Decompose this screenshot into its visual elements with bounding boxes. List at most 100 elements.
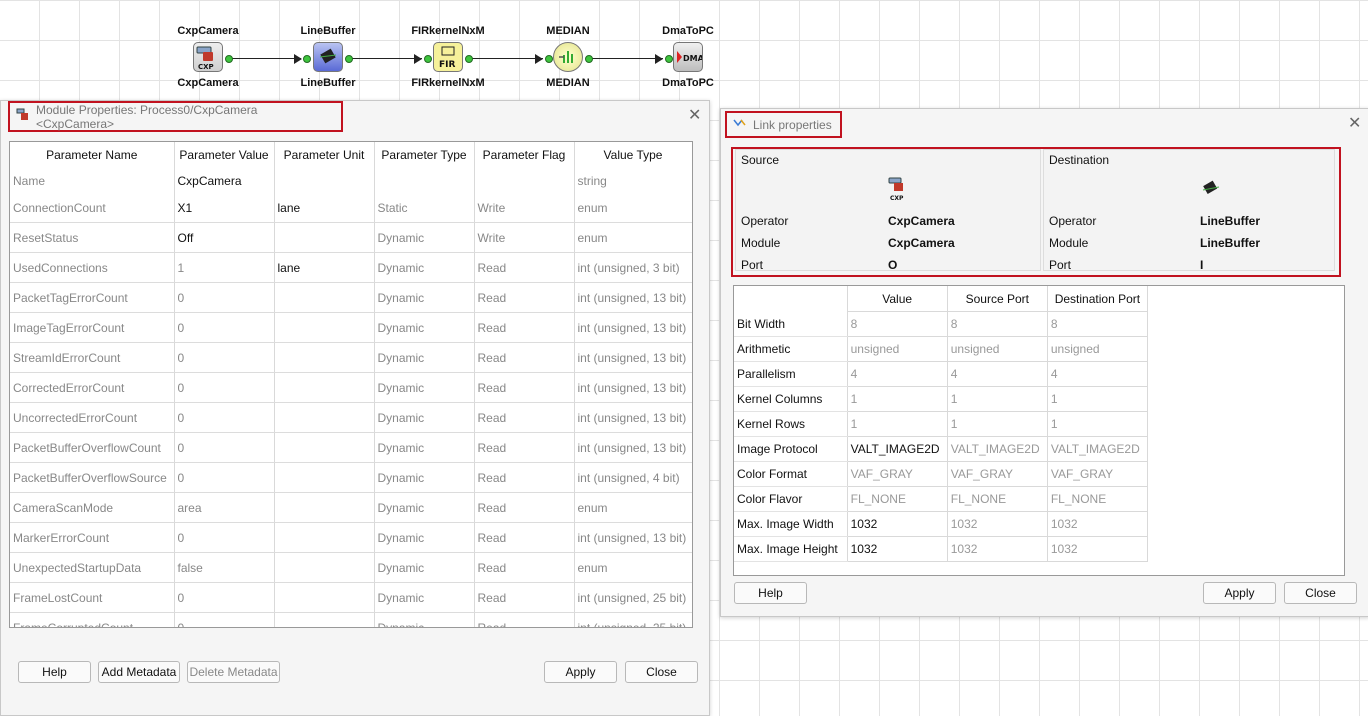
column-header[interactable]: Source Port: [947, 286, 1048, 312]
link-property-row[interactable]: Color Format VAF_GRAY VAF_GRAY VAF_GRAY: [734, 461, 1149, 487]
input-port[interactable]: [303, 55, 311, 63]
help-button[interactable]: Help: [18, 661, 91, 683]
apply-button[interactable]: Apply: [1203, 582, 1276, 604]
link-property-row[interactable]: Image Protocol VALT_IMAGE2D VALT_IMAGE2D VA…: [734, 436, 1149, 462]
column-header[interactable]: Destination Port: [1047, 286, 1149, 312]
linebuffer-chip-icon[interactable]: [313, 42, 343, 72]
operator-firkernelnxm[interactable]: FIRkernelNxM FIR FIRkernelNxM: [408, 24, 488, 90]
operator-median[interactable]: MEDIAN MEDIAN: [528, 24, 608, 90]
parameter-row[interactable]: UsedConnections 1 lane Dynamic Read int (unsi…: [10, 252, 692, 283]
parameter-unit-cell: [274, 168, 375, 193]
parameter-table[interactable]: Parameter Name Parameter Value Parameter…: [9, 141, 693, 628]
close-button[interactable]: Close: [625, 661, 698, 683]
parameter-value-cell[interactable]: 1: [174, 252, 275, 283]
parameter-row[interactable]: UncorrectedErrorCount 0 Dynamic Read int (un…: [10, 402, 692, 433]
parameter-row[interactable]: UnexpectedStartupData false Dynamic Read enu…: [10, 552, 692, 583]
link-property-row[interactable]: Kernel Columns 1 1 1: [734, 386, 1149, 412]
dma-icon[interactable]: DMA: [673, 42, 705, 72]
value-type-cell: enum: [574, 193, 692, 223]
output-port[interactable]: [345, 55, 353, 63]
parameter-row[interactable]: StreamIdErrorCount 0 Dynamic Read int (unsig…: [10, 342, 692, 373]
parameter-value-cell[interactable]: 0: [174, 312, 275, 343]
link-property-row[interactable]: Bit Width 8 8 8: [734, 311, 1149, 337]
parameter-row[interactable]: FrameLostCount 0 Dynamic Read int (unsigned,…: [10, 582, 692, 613]
column-header[interactable]: Parameter Unit: [274, 142, 375, 168]
input-port[interactable]: [424, 55, 432, 63]
svg-text:CXP: CXP: [198, 63, 214, 71]
parameter-name-cell: ResetStatus: [10, 222, 175, 253]
row-header: Parallelism: [734, 361, 848, 387]
parameter-value-cell[interactable]: false: [174, 552, 275, 583]
link-property-row[interactable]: Kernel Rows 1 1 1: [734, 411, 1149, 437]
parameter-value-cell[interactable]: 0: [174, 432, 275, 463]
parameter-value-cell[interactable]: 0: [174, 372, 275, 403]
link-property-row[interactable]: Max. Image Height 1032 1032 1032: [734, 536, 1149, 562]
column-header[interactable]: Parameter Flag: [474, 142, 575, 168]
operator-dmatopc[interactable]: DmaToPC DMA DmaToPC: [648, 24, 728, 90]
property-value-cell[interactable]: VALT_IMAGE2D: [847, 436, 948, 462]
module-properties-dialog[interactable]: Module Properties: Process0/CxpCamera <C…: [0, 100, 710, 716]
property-value-cell[interactable]: 1032: [847, 511, 948, 537]
output-port[interactable]: [465, 55, 473, 63]
column-header[interactable]: Value Type: [574, 142, 692, 168]
value-type-cell: int (unsigned, 25 bit): [574, 582, 692, 613]
parameter-name-cell: PacketTagErrorCount: [10, 282, 175, 313]
delete-metadata-button[interactable]: Delete Metadata: [187, 661, 280, 683]
output-port[interactable]: [225, 55, 233, 63]
property-value-cell[interactable]: 1032: [847, 536, 948, 562]
output-port[interactable]: [585, 55, 593, 63]
parameter-row[interactable]: PacketBufferOverflowSource 0 Dynamic Read in…: [10, 462, 692, 493]
column-header[interactable]: Parameter Name: [10, 142, 175, 168]
link-properties-dialog[interactable]: Link properties ✕ Source CXP Operator Cx…: [720, 108, 1368, 617]
parameter-unit-cell: [274, 462, 375, 493]
help-button[interactable]: Help: [734, 582, 807, 604]
destination-port-cell: 1: [1047, 411, 1149, 437]
parameter-row[interactable]: CameraScanMode area Dynamic Read enum: [10, 492, 692, 523]
column-header[interactable]: Value: [847, 286, 948, 312]
parameter-value-cell[interactable]: X1: [174, 193, 275, 223]
link-property-row[interactable]: Arithmetic unsigned unsigned unsigned: [734, 336, 1149, 362]
parameter-value-cell[interactable]: CxpCamera: [174, 168, 275, 193]
close-icon[interactable]: ✕: [1348, 116, 1361, 132]
cxp-camera-icon[interactable]: CXP: [193, 42, 223, 72]
input-port[interactable]: [665, 55, 673, 63]
median-icon[interactable]: [553, 42, 583, 72]
close-button[interactable]: Close: [1284, 582, 1357, 604]
link-property-row[interactable]: Parallelism 4 4 4: [734, 361, 1149, 387]
parameter-value-cell[interactable]: 0: [174, 402, 275, 433]
parameter-value-cell[interactable]: 0: [174, 582, 275, 613]
column-header[interactable]: Parameter Type: [374, 142, 475, 168]
parameter-value-cell[interactable]: 0: [174, 522, 275, 553]
link-property-table[interactable]: Value Source Port Destination Port Bit W…: [733, 285, 1345, 576]
parameter-row[interactable]: PacketBufferOverflowCount 0 Dynamic Read int…: [10, 432, 692, 463]
parameter-value-cell[interactable]: area: [174, 492, 275, 523]
parameter-value-cell[interactable]: 0: [174, 282, 275, 313]
parameter-unit-cell: [274, 282, 375, 313]
close-icon[interactable]: ✕: [688, 108, 701, 124]
parameter-row[interactable]: MarkerErrorCount 0 Dynamic Read int (unsigne…: [10, 522, 692, 553]
source-port-cell: 4: [947, 361, 1048, 387]
parameter-row[interactable]: ImageTagErrorCount 0 Dynamic Read int (unsig…: [10, 312, 692, 343]
link-property-row[interactable]: Color Flavor FL_NONE FL_NONE FL_NONE: [734, 486, 1149, 512]
source-port-cell: 1: [947, 386, 1048, 412]
parameter-value-cell[interactable]: 0: [174, 342, 275, 373]
parameter-row[interactable]: ConnectionCount X1 lane Static Write enum: [10, 193, 692, 223]
parameter-row[interactable]: FrameCorruptedCount 0 Dynamic Read int (unsi…: [10, 612, 692, 627]
parameter-row[interactable]: CorrectedErrorCount 0 Dynamic Read int (unsi…: [10, 372, 692, 403]
parameter-unit-cell: [274, 522, 375, 553]
operator-linebuffer[interactable]: LineBuffer LineBuffer: [288, 24, 368, 90]
operator-cxpcamera[interactable]: CxpCamera CXP CxpCamera: [168, 24, 248, 90]
parameter-value-cell[interactable]: 0: [174, 462, 275, 493]
add-metadata-button[interactable]: Add Metadata: [98, 661, 180, 683]
parameter-row[interactable]: ResetStatus Off Dynamic Write enum: [10, 222, 692, 253]
source-operator-label: Operator: [741, 214, 789, 228]
apply-button[interactable]: Apply: [544, 661, 617, 683]
input-port[interactable]: [545, 55, 553, 63]
parameter-value-cell[interactable]: 0: [174, 612, 275, 627]
fir-icon[interactable]: FIR: [433, 42, 463, 72]
column-header[interactable]: Parameter Value: [174, 142, 275, 168]
parameter-value-cell[interactable]: Off: [174, 222, 275, 253]
link-property-row[interactable]: Max. Image Width 1032 1032 1032: [734, 511, 1149, 537]
parameter-row[interactable]: PacketTagErrorCount 0 Dynamic Read int (unsi…: [10, 282, 692, 313]
parameter-row[interactable]: Name CxpCamera string: [10, 168, 692, 193]
